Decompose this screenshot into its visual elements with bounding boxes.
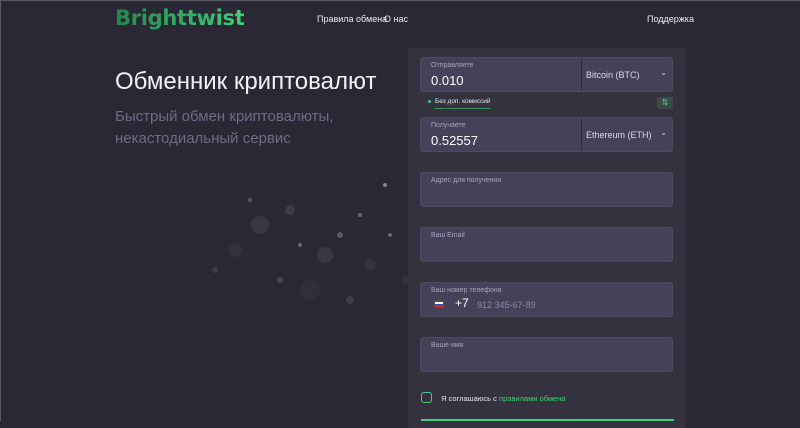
phone-field[interactable]: Ваш номер телефона +7 912 345-67-89 bbox=[420, 282, 673, 317]
send-label: Отправляете bbox=[431, 62, 474, 69]
address-label: Адрес для получения bbox=[431, 177, 502, 184]
fee-note: Без доп. комиссий bbox=[428, 98, 490, 105]
agree-checkbox[interactable] bbox=[421, 392, 432, 403]
agree-text: Я соглашаюсь с правилами обмена bbox=[441, 394, 566, 403]
name-field[interactable]: Ваше имя bbox=[420, 337, 673, 372]
nav-rules-link[interactable]: Правила обмена bbox=[317, 14, 387, 24]
send-amount-field[interactable]: Отправляете 0.010 Bitcoin (BTC) ⌄ bbox=[420, 57, 673, 92]
chevron-down-icon: ⌄ bbox=[660, 128, 667, 137]
agree-prefix: Я соглашаюсь с bbox=[441, 394, 500, 403]
brand-logo[interactable]: Brighttwist bbox=[115, 6, 245, 30]
phone-label: Ваш номер телефона bbox=[431, 287, 502, 294]
receive-currency-select[interactable]: Ethereum (ETH) ⌄ bbox=[581, 118, 672, 151]
phone-placeholder: 912 345-67-89 bbox=[477, 300, 536, 310]
phone-country-code: +7 bbox=[455, 296, 469, 310]
send-currency-select[interactable]: Bitcoin (BTC) ⌄ bbox=[581, 58, 672, 91]
email-field[interactable]: Ваш Email bbox=[420, 227, 673, 262]
address-field[interactable]: Адрес для получения bbox=[420, 172, 673, 207]
fee-dot-icon bbox=[428, 100, 431, 103]
swap-arrows-icon[interactable]: ⇅ bbox=[657, 97, 673, 109]
receive-currency-label: Ethereum (ETH) bbox=[586, 130, 652, 140]
receive-amount-field[interactable]: Получаете 0.52557 Ethereum (ETH) ⌄ bbox=[420, 117, 673, 152]
receive-label: Получаете bbox=[431, 122, 466, 129]
russia-flag-icon[interactable] bbox=[434, 301, 444, 308]
decorative-particles bbox=[212, 183, 409, 304]
rules-link[interactable]: правилами обмена bbox=[499, 394, 566, 403]
window-edge-left bbox=[0, 0, 1, 421]
hero-title: Обменник криптовалют bbox=[115, 68, 377, 95]
chevron-down-icon: ⌄ bbox=[660, 68, 667, 77]
email-label: Ваш Email bbox=[431, 232, 465, 239]
nav-about-link[interactable]: О нас bbox=[384, 14, 408, 24]
fee-note-text: Без доп. комиссий bbox=[435, 98, 491, 105]
fee-underline bbox=[434, 108, 490, 109]
send-amount-value[interactable]: 0.010 bbox=[431, 73, 464, 88]
receive-amount-value[interactable]: 0.52557 bbox=[431, 133, 478, 148]
nav-support-link[interactable]: Поддержка bbox=[647, 14, 694, 24]
window-edge-top bbox=[0, 0, 800, 1]
name-label: Ваше имя bbox=[431, 342, 464, 349]
send-currency-label: Bitcoin (BTC) bbox=[586, 70, 640, 80]
